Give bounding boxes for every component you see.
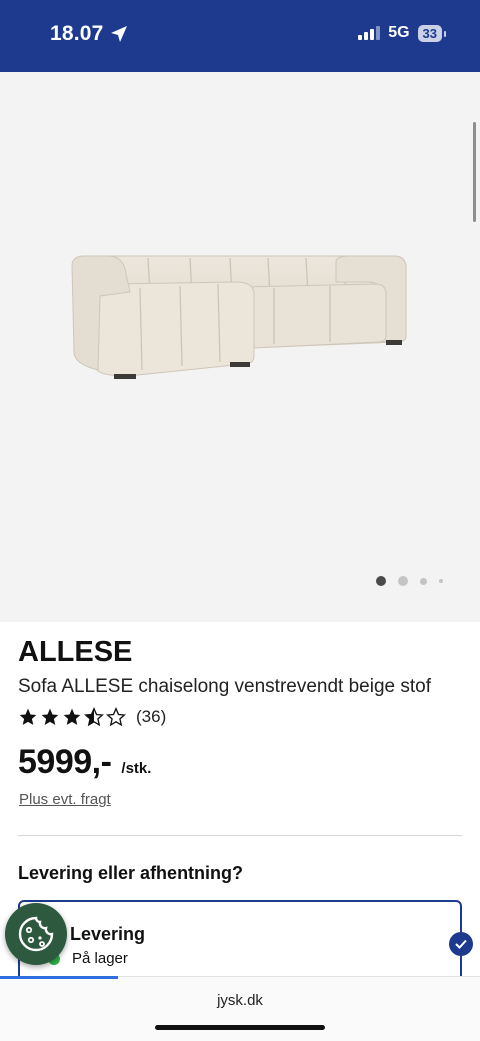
star-icon bbox=[19, 708, 37, 725]
battery-icon: 33 bbox=[417, 24, 447, 42]
gallery-pagination[interactable] bbox=[376, 576, 443, 586]
product-image[interactable] bbox=[68, 252, 412, 382]
product-price: 5999,- /stk. bbox=[18, 743, 151, 782]
cookie-icon bbox=[18, 916, 54, 952]
signal-icon bbox=[358, 26, 381, 40]
product-brand: ALLESE bbox=[18, 636, 133, 668]
freight-link[interactable]: Plus evt. fragt bbox=[19, 791, 111, 808]
product-name: Sofa ALLESE chaiselong venstrevendt beig… bbox=[18, 676, 431, 697]
home-indicator[interactable] bbox=[155, 1025, 325, 1030]
network-label: 5G bbox=[388, 24, 410, 41]
product-rating[interactable]: (36) bbox=[18, 707, 166, 727]
location-arrow-icon bbox=[110, 26, 127, 42]
gallery-dot[interactable] bbox=[420, 577, 427, 585]
delivery-section-title: Levering eller afhentning? bbox=[18, 863, 244, 883]
star-half-icon bbox=[84, 707, 104, 727]
delivery-option-title: Levering bbox=[70, 924, 146, 944]
page-load-progress bbox=[0, 976, 118, 979]
gallery-dot[interactable] bbox=[376, 576, 386, 586]
status-bar: 18.07 5G 33 bbox=[0, 0, 480, 72]
gallery-dot[interactable] bbox=[398, 576, 408, 586]
scroll-indicator bbox=[473, 122, 476, 222]
check-icon[interactable] bbox=[449, 932, 473, 956]
divider bbox=[18, 835, 462, 836]
star-empty-icon bbox=[106, 707, 126, 727]
cookie-button[interactable] bbox=[5, 903, 67, 965]
product-gallery[interactable] bbox=[0, 72, 480, 622]
status-time-text: 18.07 bbox=[50, 22, 104, 45]
stock-status-label: På lager bbox=[72, 950, 128, 967]
price-unit: /stk. bbox=[121, 760, 152, 777]
star-icon bbox=[41, 708, 59, 725]
price-value: 5999,- bbox=[18, 743, 112, 781]
status-indicators: 5G 33 bbox=[358, 24, 447, 42]
status-time: 18.07 bbox=[50, 22, 128, 46]
star-icon bbox=[63, 708, 81, 725]
gallery-dot[interactable] bbox=[439, 579, 443, 583]
review-count[interactable]: (36) bbox=[136, 707, 166, 727]
address-bar[interactable]: jysk.dk bbox=[0, 992, 480, 1009]
browser-bar: jysk.dk bbox=[0, 976, 480, 1041]
